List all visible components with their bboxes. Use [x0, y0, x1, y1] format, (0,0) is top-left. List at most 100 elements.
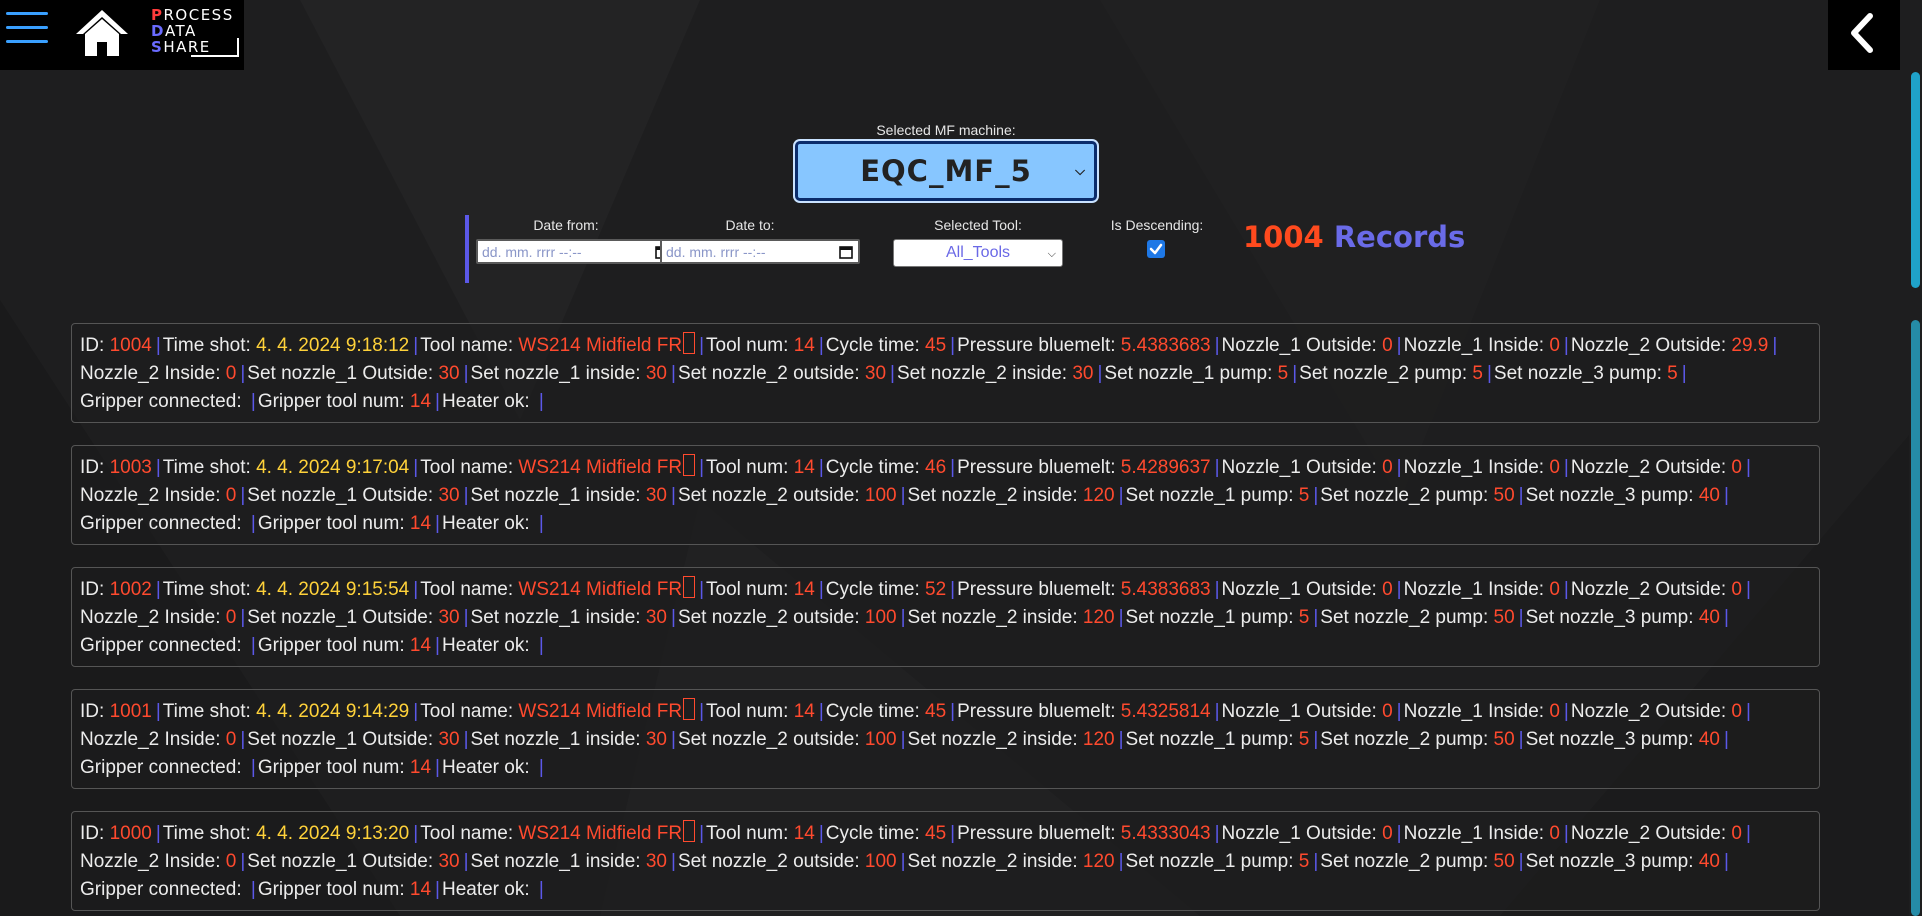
field-label: Set nozzle_2 pump: [1299, 363, 1468, 384]
field-separator: | [671, 729, 676, 750]
date-to-placeholder: dd. mm. rrrr --:-- [666, 244, 766, 260]
menu-icon[interactable] [6, 12, 48, 52]
field-separator: | [240, 851, 246, 872]
field-separator: | [1745, 579, 1751, 600]
tool-label: Selected Tool: [934, 217, 1022, 233]
field-label: Tool num: [706, 579, 789, 600]
field-separator: | [1723, 607, 1729, 628]
record-line: Nozzle_2 Inside: 0 | Set nozzle_1 Outside:… [80, 848, 1811, 876]
field-separator: | [1563, 701, 1569, 722]
machine-select[interactable]: EQC_MF_5 ⌵ [795, 141, 1097, 201]
field-separator: | [1745, 457, 1751, 478]
field-value-n2-out: 29.9 [1731, 335, 1769, 356]
field-label: Gripper connected: [80, 513, 242, 534]
field-separator: | [671, 851, 676, 872]
field-label: Heater ok: [441, 757, 530, 778]
field-separator: | [950, 579, 956, 600]
field-separator: | [699, 335, 705, 356]
descending-checkbox[interactable] [1147, 240, 1165, 258]
field-separator: | [413, 701, 419, 722]
scrollbar[interactable] [1909, 0, 1922, 916]
field-separator: | [950, 701, 956, 722]
field-value-time: 4. 4. 2024 9:15:54 [256, 579, 410, 600]
field-label: Gripper tool num: [257, 391, 405, 412]
calendar-icon[interactable] [839, 245, 853, 259]
field-separator: | [538, 513, 544, 534]
field-value-n1-out: 0 [1382, 701, 1393, 722]
field-value-sn2-in: 120 [1082, 851, 1115, 872]
field-value-n1-in: 0 [1549, 457, 1560, 478]
field-label: Heater ok: [441, 635, 530, 656]
tool-select[interactable]: All_Tools ⌵ [893, 239, 1063, 267]
field-value-sn1-pump: 5 [1298, 729, 1310, 750]
field-label: Time shot: [162, 335, 251, 356]
field-value-time: 4. 4. 2024 9:17:04 [256, 457, 410, 478]
field-label: Nozzle_1 Inside: [1403, 457, 1545, 478]
date-from-input[interactable]: dd. mm. rrrr --:-- [476, 239, 676, 264]
field-value-n1-out: 0 [1382, 579, 1393, 600]
field-label: Cycle time: [825, 335, 920, 356]
checkmark-icon [1149, 243, 1163, 255]
field-separator: | [818, 579, 824, 600]
field-separator: | [950, 823, 956, 844]
record-line: ID: 1001 | Time shot: 4. 4. 2024 9:14:29 | T… [80, 698, 1811, 726]
field-label: Nozzle_1 Outside: [1221, 701, 1377, 722]
field-label: Tool num: [706, 335, 789, 356]
field-separator: | [818, 701, 824, 722]
record-line: ID: 1003 | Time shot: 4. 4. 2024 9:17:04 | T… [80, 454, 1811, 482]
machine-select-value: EQC_MF_5 [860, 154, 1032, 188]
field-separator: | [1563, 335, 1569, 356]
field-value-sn1-in: 30 [645, 485, 667, 506]
field-separator: | [1518, 729, 1524, 750]
field-separator: | [900, 851, 906, 872]
field-separator: | [950, 457, 956, 478]
field-separator: | [671, 485, 676, 506]
date-to-input[interactable]: dd. mm. rrrr --:-- [660, 239, 860, 264]
record-line: Gripper connected: | Gripper tool num: 14… [80, 388, 1811, 416]
field-separator: | [538, 879, 544, 900]
field-value-tool-num: 14 [793, 701, 815, 722]
field-value-gripper-tool: 14 [409, 879, 432, 900]
chevron-down-icon: ⌵ [1047, 248, 1056, 260]
field-value-n1-in: 0 [1549, 335, 1560, 356]
field-label: Set nozzle_1 pump: [1104, 363, 1273, 384]
field-value-n2-out: 0 [1731, 457, 1742, 478]
field-value-n1-out: 0 [1382, 457, 1393, 478]
field-value-cycle: 52 [925, 579, 947, 600]
record-line: ID: 1002 | Time shot: 4. 4. 2024 9:15:54 | T… [80, 576, 1811, 604]
field-value-n1-out: 0 [1382, 823, 1393, 844]
field-separator: | [435, 879, 440, 900]
field-label: Set nozzle_2 inside: [907, 729, 1078, 750]
field-separator: | [1214, 335, 1220, 356]
field-value-n2-in: 0 [225, 851, 237, 872]
field-value-sn2-out: 100 [864, 485, 897, 506]
field-label: Time shot: [162, 823, 251, 844]
field-label: Gripper tool num: [257, 879, 405, 900]
field-label: Tool name: [420, 701, 514, 722]
field-separator: | [413, 457, 419, 478]
field-separator: | [1313, 851, 1319, 872]
field-value-cycle: 45 [925, 823, 947, 844]
field-label: Time shot: [162, 579, 251, 600]
field-separator: | [818, 457, 824, 478]
field-separator: | [1563, 579, 1569, 600]
missing-glyph-icon [683, 332, 696, 354]
home-icon[interactable] [74, 8, 130, 58]
field-label: Pressure bluemelt: [957, 335, 1116, 356]
field-label: Set nozzle_3 pump: [1525, 851, 1694, 872]
scrollbar-track[interactable] [1911, 320, 1920, 916]
field-separator: | [1563, 823, 1569, 844]
field-value-sn1-out: 30 [438, 851, 460, 872]
field-label: Set nozzle_2 pump: [1320, 729, 1489, 750]
field-label: Set nozzle_1 inside: [470, 363, 641, 384]
field-separator: | [900, 485, 906, 506]
field-separator: | [1118, 729, 1124, 750]
field-label: Cycle time: [825, 701, 920, 722]
field-separator: | [250, 391, 256, 412]
scrollbar-thumb[interactable] [1911, 72, 1920, 288]
back-button[interactable] [1828, 0, 1900, 70]
field-value-n2-in: 0 [225, 363, 237, 384]
field-label: Tool name: [420, 335, 514, 356]
field-label: ID: [80, 457, 105, 478]
field-value-sn3-pump: 5 [1667, 363, 1678, 384]
